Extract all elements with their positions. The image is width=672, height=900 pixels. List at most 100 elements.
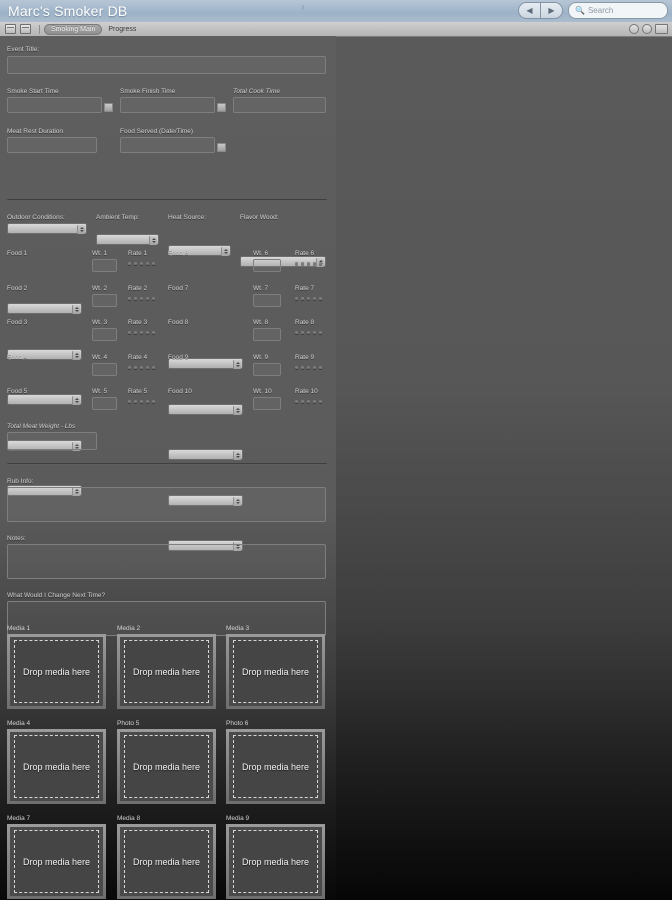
rating-star-icon[interactable] [128, 400, 131, 403]
rating-star-icon[interactable] [152, 297, 155, 300]
rate-1-rating[interactable] [128, 262, 155, 265]
smoke-finish-time-picker-icon[interactable] [217, 103, 226, 112]
media-5-dropzone[interactable]: Drop media here [117, 729, 216, 804]
weight-2-input[interactable] [92, 294, 117, 307]
rating-star-icon[interactable] [313, 262, 316, 265]
weight-4-input[interactable] [92, 363, 117, 376]
rating-star-icon[interactable] [152, 331, 155, 334]
total-meat-weight-input[interactable] [7, 432, 97, 450]
food-served-input[interactable] [120, 137, 215, 153]
weight-9-input[interactable] [253, 363, 281, 376]
rating-star-icon[interactable] [140, 366, 143, 369]
rating-star-icon[interactable] [319, 297, 322, 300]
rating-star-icon[interactable] [319, 366, 322, 369]
rate-8-rating[interactable] [295, 331, 322, 334]
ambient-temp-dropdown[interactable] [96, 234, 159, 245]
media-4-dropzone[interactable]: Drop media here [7, 729, 106, 804]
rating-star-icon[interactable] [307, 297, 310, 300]
rating-star-icon[interactable] [319, 400, 322, 403]
rating-star-icon[interactable] [152, 366, 155, 369]
list-view-icon[interactable] [5, 24, 16, 34]
smoke-start-time-picker-icon[interactable] [104, 103, 113, 112]
weight-3-input[interactable] [92, 328, 117, 341]
smoke-finish-time-input[interactable] [120, 97, 215, 113]
rating-star-icon[interactable] [140, 331, 143, 334]
rating-star-icon[interactable] [307, 400, 310, 403]
rating-star-icon[interactable] [313, 400, 316, 403]
rating-star-icon[interactable] [307, 331, 310, 334]
rate-4-rating[interactable] [128, 366, 155, 369]
back-arrow-icon[interactable]: ◀ [519, 3, 540, 18]
rub-info-textarea[interactable] [7, 487, 326, 522]
zoom-out-button[interactable] [629, 24, 639, 34]
rating-star-icon[interactable] [295, 331, 298, 334]
rating-star-icon[interactable] [295, 297, 298, 300]
rating-star-icon[interactable] [301, 262, 304, 265]
food-8-dropdown[interactable] [168, 449, 243, 460]
food-served-picker-icon[interactable] [217, 143, 226, 152]
rating-star-icon[interactable] [134, 366, 137, 369]
rating-star-icon[interactable] [307, 366, 310, 369]
rating-star-icon[interactable] [140, 262, 143, 265]
rating-star-icon[interactable] [301, 400, 304, 403]
tab-progress[interactable]: Progress [102, 24, 142, 35]
rating-star-icon[interactable] [134, 297, 137, 300]
media-6-dropzone[interactable]: Drop media here [226, 729, 325, 804]
media-9-dropzone[interactable]: Drop media here [226, 824, 325, 899]
outdoor-conditions-dropdown[interactable] [7, 223, 87, 234]
rating-star-icon[interactable] [128, 366, 131, 369]
rating-star-icon[interactable] [140, 400, 143, 403]
weight-8-input[interactable] [253, 328, 281, 341]
toggle-sidebar-button[interactable] [655, 24, 668, 34]
rating-star-icon[interactable] [146, 366, 149, 369]
rating-star-icon[interactable] [128, 297, 131, 300]
rating-star-icon[interactable] [134, 400, 137, 403]
weight-5-input[interactable] [92, 397, 117, 410]
rating-star-icon[interactable] [140, 297, 143, 300]
weight-6-input[interactable] [253, 259, 281, 272]
rating-star-icon[interactable] [134, 262, 137, 265]
rating-star-icon[interactable] [313, 331, 316, 334]
rating-star-icon[interactable] [319, 331, 322, 334]
notes-textarea[interactable] [7, 544, 326, 579]
rating-star-icon[interactable] [295, 400, 298, 403]
rating-star-icon[interactable] [319, 262, 322, 265]
food-7-dropdown[interactable] [168, 404, 243, 415]
rate-9-rating[interactable] [295, 366, 322, 369]
rating-star-icon[interactable] [295, 262, 298, 265]
rating-star-icon[interactable] [134, 331, 137, 334]
rating-star-icon[interactable] [301, 331, 304, 334]
rating-star-icon[interactable] [301, 366, 304, 369]
table-view-icon[interactable] [20, 24, 31, 34]
rate-7-rating[interactable] [295, 297, 322, 300]
rating-star-icon[interactable] [313, 366, 316, 369]
rating-star-icon[interactable] [152, 262, 155, 265]
weight-10-input[interactable] [253, 397, 281, 410]
rate-10-rating[interactable] [295, 400, 322, 403]
media-2-dropzone[interactable]: Drop media here [117, 634, 216, 709]
weight-7-input[interactable] [253, 294, 281, 307]
rating-star-icon[interactable] [146, 262, 149, 265]
rating-star-icon[interactable] [152, 400, 155, 403]
media-1-dropzone[interactable]: Drop media here [7, 634, 106, 709]
rating-star-icon[interactable] [128, 331, 131, 334]
zoom-in-button[interactable] [642, 24, 652, 34]
rating-star-icon[interactable] [128, 262, 131, 265]
rate-3-rating[interactable] [128, 331, 155, 334]
media-3-dropzone[interactable]: Drop media here [226, 634, 325, 709]
event-title-input[interactable] [7, 56, 326, 74]
rating-star-icon[interactable] [313, 297, 316, 300]
media-8-dropzone[interactable]: Drop media here [117, 824, 216, 899]
smoke-start-time-input[interactable] [7, 97, 102, 113]
rate-2-rating[interactable] [128, 297, 155, 300]
rating-star-icon[interactable] [146, 297, 149, 300]
rating-star-icon[interactable] [307, 262, 310, 265]
tab-smoking-main[interactable]: Smoking Main [44, 24, 102, 35]
rating-star-icon[interactable] [146, 400, 149, 403]
rating-star-icon[interactable] [146, 331, 149, 334]
rating-star-icon[interactable] [295, 366, 298, 369]
food-1-dropdown[interactable] [7, 303, 82, 314]
weight-1-input[interactable] [92, 259, 117, 272]
media-7-dropzone[interactable]: Drop media here [7, 824, 106, 899]
rate-5-rating[interactable] [128, 400, 155, 403]
